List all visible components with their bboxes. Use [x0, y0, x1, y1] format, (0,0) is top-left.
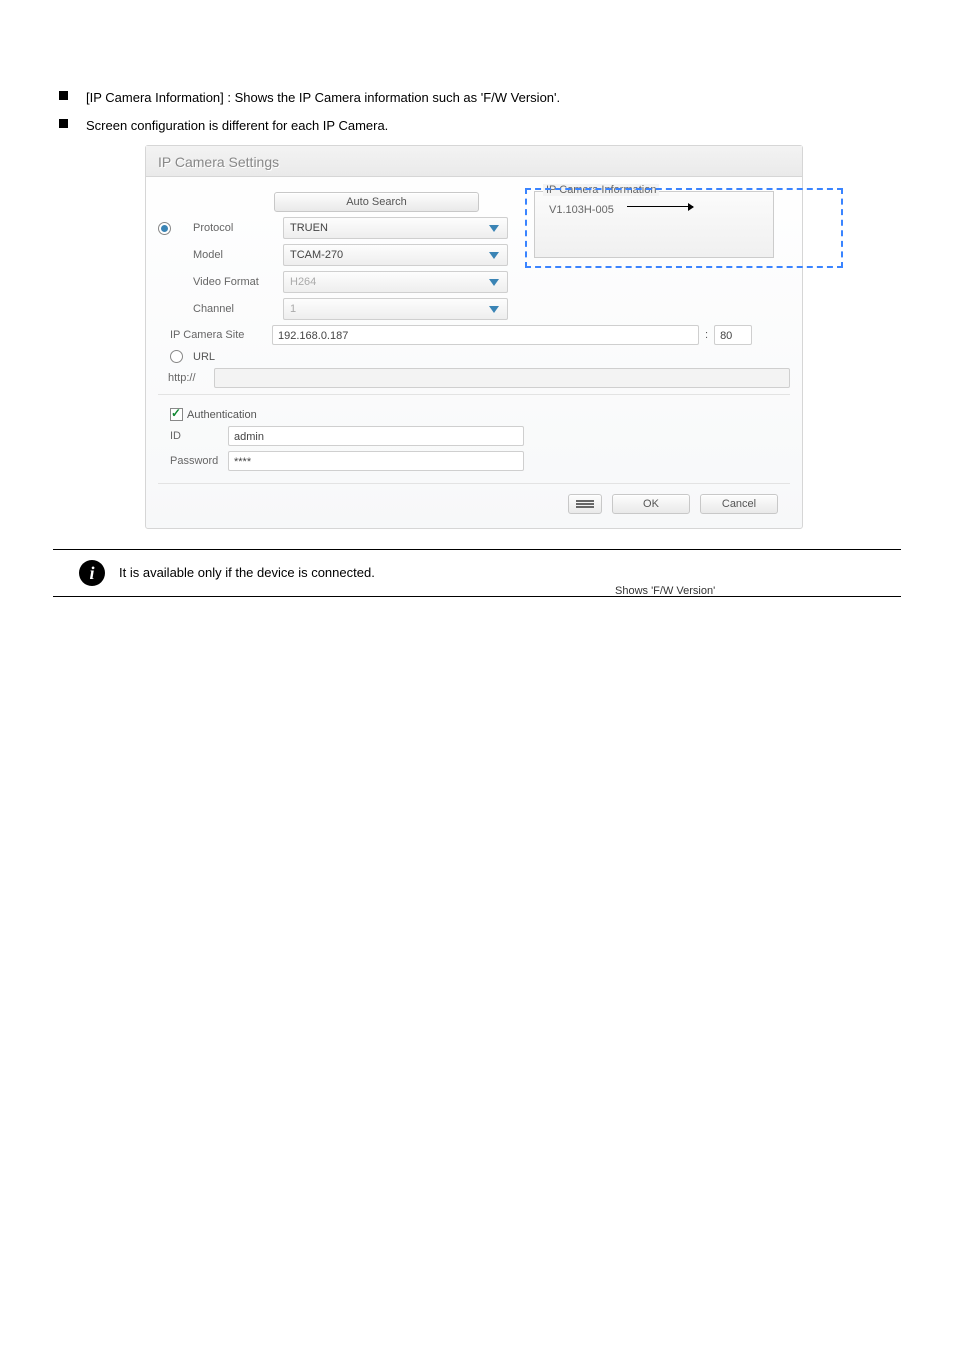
http-label: http://: [158, 372, 208, 384]
info-legend: IP Camera Information: [543, 184, 659, 196]
info-icon: i: [79, 560, 105, 586]
video-format-label: Video Format: [181, 276, 277, 288]
video-format-select[interactable]: H264: [283, 271, 508, 293]
bullet-text-1: [IP Camera Information] : Shows the IP C…: [86, 88, 560, 108]
port-input[interactable]: 80: [714, 325, 752, 345]
protocol-select[interactable]: TRUEN: [283, 217, 508, 239]
ok-button[interactable]: OK: [612, 494, 690, 514]
panel-title: IP Camera Settings: [146, 146, 802, 177]
url-radio-label: URL: [193, 351, 215, 363]
url-input[interactable]: [214, 368, 790, 388]
arrow-icon: [627, 206, 693, 207]
chevron-down-icon: [485, 301, 503, 317]
model-select[interactable]: TCAM-270: [283, 244, 508, 266]
channel-select[interactable]: 1: [283, 298, 508, 320]
bullet-icon: [59, 91, 68, 100]
password-input[interactable]: ****: [228, 451, 524, 471]
site-label: IP Camera Site: [158, 329, 266, 341]
url-radio[interactable]: [170, 350, 183, 363]
chevron-down-icon: [485, 220, 503, 236]
protocol-label: Protocol: [181, 222, 277, 234]
id-label: ID: [158, 430, 222, 442]
bullet-text-2: Screen configuration is different for ea…: [86, 116, 388, 136]
chevron-down-icon: [485, 274, 503, 290]
protocol-value: TRUEN: [290, 222, 328, 234]
firmware-version: V1.103H-005: [549, 204, 614, 216]
authentication-checkbox[interactable]: [170, 408, 183, 421]
auto-search-button[interactable]: Auto Search: [274, 192, 479, 212]
password-label: Password: [158, 455, 222, 467]
bullet-icon: [59, 119, 68, 128]
note-box: i It is available only if the device is …: [53, 549, 901, 597]
authentication-label: Authentication: [187, 409, 257, 421]
ip-camera-information-box: IP Camera Information V1.103H-005: [534, 191, 774, 258]
keyboard-button[interactable]: [568, 494, 602, 514]
callout-text: Shows 'F/W Version': [615, 585, 715, 597]
cancel-button[interactable]: Cancel: [700, 494, 778, 514]
keyboard-icon: [576, 500, 594, 508]
model-value: TCAM-270: [290, 249, 343, 261]
id-input[interactable]: admin: [228, 426, 524, 446]
port-colon: :: [705, 329, 708, 341]
ip-camera-site-input[interactable]: 192.168.0.187: [272, 325, 699, 345]
channel-label: Channel: [181, 303, 277, 315]
channel-value: 1: [290, 303, 296, 315]
ip-camera-settings-panel: IP Camera Settings IP Camera Information…: [145, 145, 803, 529]
model-label: Model: [181, 249, 277, 261]
note-text: It is available only if the device is co…: [119, 564, 375, 582]
chevron-down-icon: [485, 247, 503, 263]
protocol-radio[interactable]: [158, 222, 171, 235]
video-format-value: H264: [290, 276, 316, 288]
